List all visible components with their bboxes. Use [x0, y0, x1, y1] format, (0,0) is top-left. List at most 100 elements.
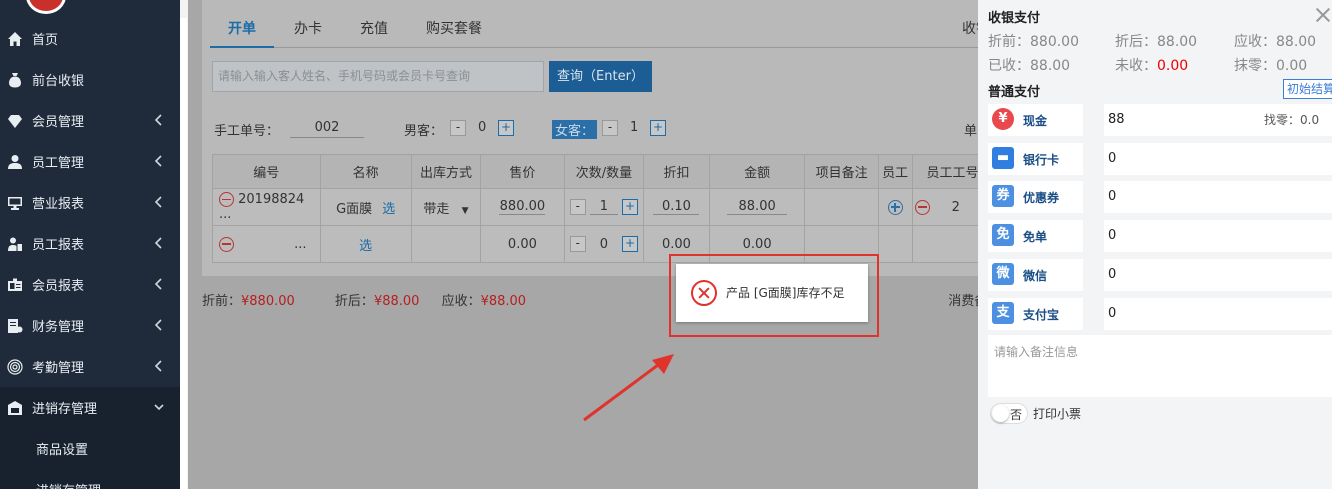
sidebar-scrollbar[interactable]	[180, 18, 187, 489]
sidebar-subitem-0[interactable]: 商品设置	[0, 428, 180, 469]
due-value: ¥88.00	[480, 294, 527, 309]
price-value: 0.00	[507, 236, 537, 252]
qty-minus-button[interactable]: -	[569, 236, 586, 252]
summary-unreceived: 未收：0.00	[1115, 58, 1189, 74]
chevron-left-icon	[154, 113, 164, 127]
summary-before: 折前：880.00	[988, 34, 1079, 50]
payment-amount-input[interactable]: 0	[1104, 143, 1332, 175]
error-dialog: 产品 [G面膜]库存不足	[676, 264, 868, 322]
female-minus-button[interactable]: -	[602, 120, 618, 136]
col-amount: 金额	[708, 154, 806, 189]
tab-open-order[interactable]: 开单	[228, 18, 256, 38]
payment-amount-input[interactable]: 0	[1104, 259, 1332, 291]
sidebar-item-label: 进销存管理	[32, 402, 98, 417]
male-label: 男客：	[404, 124, 444, 139]
init-settlement-button[interactable]: 初始结算	[1283, 79, 1332, 99]
qty-minus-button[interactable]: -	[569, 198, 586, 215]
remark-input[interactable]: 请输入备注信息	[988, 335, 1332, 397]
close-icon[interactable]	[1312, 4, 1332, 26]
payment-method-label[interactable]: 券优惠券	[988, 181, 1083, 213]
toggle-knob	[992, 405, 1009, 422]
payment-amount-input[interactable]: 0	[1104, 298, 1332, 330]
sidebar-item-9[interactable]: 进销存管理	[0, 387, 180, 428]
female-count: 1	[630, 120, 639, 135]
search-input[interactable]: 请输入输入客人姓名、手机号码或会员卡号查询	[212, 61, 544, 92]
sidebar-item-4[interactable]: 营业报表	[0, 182, 180, 223]
sidebar-item-label: 员工报表	[32, 238, 85, 253]
add-staff-icon[interactable]	[887, 199, 903, 215]
tab-buy-package[interactable]: 购买套餐	[426, 18, 482, 38]
male-minus-button[interactable]: -	[450, 120, 466, 136]
payment-method-label[interactable]: 微微信	[988, 259, 1083, 291]
warehouse-icon	[6, 399, 24, 417]
price-input[interactable]: 880.00	[499, 199, 546, 215]
sidebar-nav: 首页 前台收银 会员管理 员工管理 营业报表 员工报表 会员报表 财务管理 考勤管理 进销存管理商…	[0, 18, 180, 489]
before-discount-label: 折前：	[202, 294, 242, 309]
sidebar: 首页 前台收银 会员管理 员工管理 营业报表 员工报表 会员报表 财务管理 考勤管理 进销存管理商…	[0, 0, 180, 489]
select-item-link[interactable]: 选	[382, 202, 395, 217]
amount-input[interactable]: 88.00	[727, 199, 788, 215]
sidebar-subitem-1[interactable]: 进销存管理	[0, 469, 180, 489]
col-staff-no: 员工工号	[911, 154, 978, 189]
free-icon: 免	[992, 224, 1014, 246]
payment-method-name: 微信	[1023, 269, 1048, 283]
sidebar-item-5[interactable]: 员工报表	[0, 223, 180, 264]
print-receipt-label: 打印小票	[1033, 407, 1082, 421]
col-discount: 折扣	[643, 154, 710, 189]
discount-input[interactable]: 0.10	[653, 199, 700, 215]
diamond-icon	[6, 112, 24, 130]
payment-method-label[interactable]: 免免单	[988, 220, 1083, 252]
after-discount-label: 折后：	[334, 294, 374, 309]
staff-no-cell	[911, 225, 978, 263]
sidebar-item-3[interactable]: 员工管理	[0, 141, 180, 182]
sidebar-item-0[interactable]: 首页	[0, 18, 180, 59]
sidebar-item-1[interactable]: 前台收银	[0, 59, 180, 100]
sidebar-item-8[interactable]: 考勤管理	[0, 346, 180, 387]
payment-method-label[interactable]: ▬ 银行卡	[988, 143, 1083, 175]
out-method-select[interactable]: 带走	[423, 202, 449, 217]
payment-method-label[interactable]: ¥ 现金	[988, 104, 1083, 136]
col-code: 编号	[212, 154, 321, 189]
sidebar-item-label: 营业报表	[32, 197, 85, 212]
payment-amount-input[interactable]: 0	[1104, 220, 1332, 252]
sidebar-item-label: 考勤管理	[32, 361, 85, 376]
qty-value: 0	[599, 236, 609, 252]
active-tab-indicator	[210, 46, 274, 48]
col-price: 售价	[480, 154, 565, 189]
female-plus-button[interactable]: +	[650, 120, 666, 136]
col-name: 名称	[319, 154, 412, 189]
payment-amount-input[interactable]: 0	[1104, 181, 1332, 213]
remove-row-icon[interactable]	[219, 192, 234, 207]
sidebar-item-7[interactable]: 财务管理	[0, 305, 180, 346]
caret-down-icon[interactable]: ▼	[462, 206, 469, 216]
item-remark-cell[interactable]	[804, 188, 879, 226]
sidebar-item-label: 会员管理	[32, 115, 85, 130]
remove-staff-icon[interactable]	[914, 199, 930, 215]
select-item-link[interactable]: 选	[359, 239, 372, 254]
summary-received: 已收：88.00	[988, 58, 1071, 74]
summary-after: 折后：88.00	[1115, 34, 1198, 50]
item-name: G面膜	[336, 201, 373, 217]
male-plus-button[interactable]: +	[498, 120, 514, 136]
remove-row-icon[interactable]	[219, 236, 234, 252]
sidebar-item-2[interactable]: 会员管理	[0, 100, 180, 141]
tab-card[interactable]: 办卡	[294, 18, 322, 38]
search-button[interactable]: 查询（Enter）	[549, 61, 652, 92]
print-receipt-toggle[interactable]: 否	[990, 403, 1028, 424]
out-method-cell[interactable]	[410, 225, 482, 263]
chevron-left-icon	[154, 277, 164, 291]
payment-method-row: 支支付宝 0	[988, 298, 1332, 330]
table-row: 20198824 ... G面膜 选 带走 ▼ 880.00 - 1 + 0.1…	[212, 188, 978, 226]
tab-recharge[interactable]: 充值	[360, 18, 388, 38]
qty-plus-button[interactable]: +	[622, 198, 639, 215]
col-qty: 次数/数量	[563, 154, 645, 189]
manual-no-label: 手工单号：	[214, 124, 280, 139]
wechat-icon: 微	[992, 263, 1014, 285]
manual-no-input[interactable]: 002	[290, 120, 364, 138]
sidebar-item-label: 会员报表	[32, 279, 85, 294]
due-label: 应收：	[441, 294, 481, 309]
qty-plus-button[interactable]: +	[622, 236, 639, 252]
qty-input[interactable]: 1	[589, 199, 618, 216]
payment-method-label[interactable]: 支支付宝	[988, 298, 1083, 330]
sidebar-item-6[interactable]: 会员报表	[0, 264, 180, 305]
